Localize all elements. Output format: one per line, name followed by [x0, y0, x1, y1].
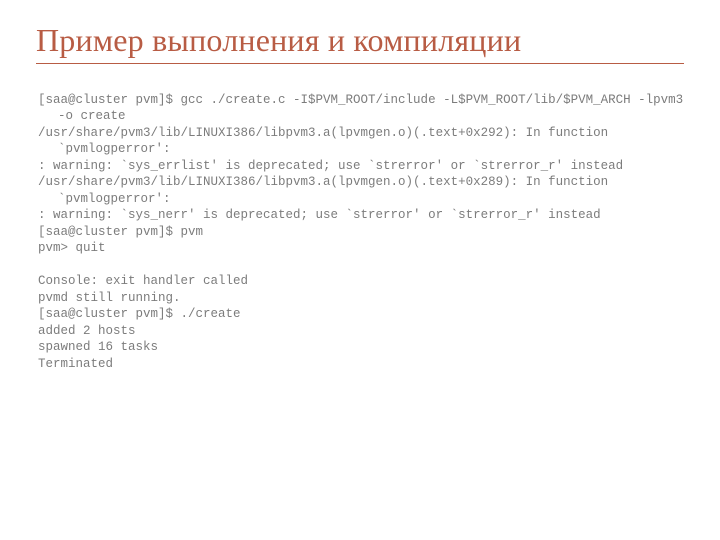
title-underline [36, 63, 684, 64]
terminal-line: : warning: `sys_errlist' is deprecated; … [38, 158, 684, 175]
terminal-line: /usr/share/pvm3/lib/LINUXI386/libpvm3.a(… [38, 125, 684, 158]
terminal-output: [saa@cluster pvm]$ gcc ./create.c -I$PVM… [36, 92, 684, 373]
terminal-line: [saa@cluster pvm]$ gcc ./create.c -I$PVM… [38, 92, 684, 125]
terminal-line [38, 257, 684, 274]
page-title: Пример выполнения и компиляции [36, 22, 684, 59]
terminal-line: spawned 16 tasks [38, 339, 684, 356]
terminal-line: pvmd still running. [38, 290, 684, 307]
terminal-line: [saa@cluster pvm]$ ./create [38, 306, 684, 323]
terminal-line: : warning: `sys_nerr' is deprecated; use… [38, 207, 684, 224]
slide: Пример выполнения и компиляции [saa@clus… [0, 0, 720, 540]
terminal-line: /usr/share/pvm3/lib/LINUXI386/libpvm3.a(… [38, 174, 684, 207]
terminal-line: Console: exit handler called [38, 273, 684, 290]
terminal-line: Terminated [38, 356, 684, 373]
terminal-line: added 2 hosts [38, 323, 684, 340]
terminal-line: pvm> quit [38, 240, 684, 257]
terminal-line: [saa@cluster pvm]$ pvm [38, 224, 684, 241]
